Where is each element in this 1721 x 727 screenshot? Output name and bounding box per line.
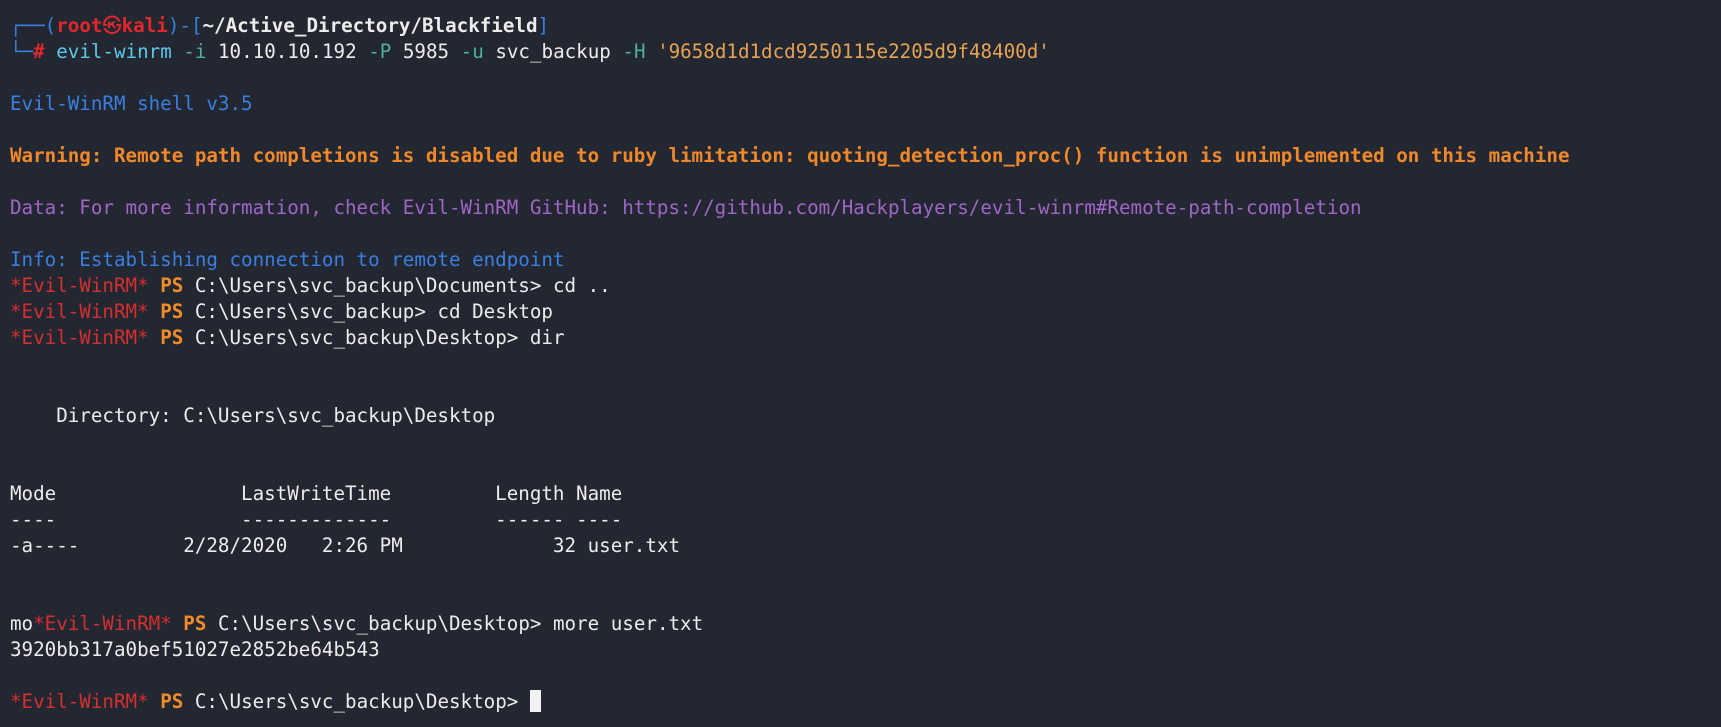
ps-label: PS: [183, 612, 207, 635]
arg-user: svc_backup: [495, 40, 611, 63]
flag-output: 3920bb317a0bef51027e2852be64b543: [10, 638, 380, 661]
prompt-hash: #: [33, 40, 45, 63]
ps-command-line: *Evil-WinRM* PS C:\Users\svc_backup> cd …: [10, 299, 1721, 325]
ps-command: cd Desktop: [425, 300, 553, 323]
evil-winrm-label: *Evil-WinRM*: [33, 612, 172, 635]
directory-heading: Directory: C:\Users\svc_backup\Desktop: [10, 404, 496, 427]
ps-command: more user.txt: [541, 612, 704, 635]
arg-port: 5985: [402, 40, 450, 63]
prompt-separator: )-[: [167, 14, 203, 37]
ps-label: PS: [160, 690, 184, 713]
prompt-path: ~/Active_Directory/Blackfield: [202, 14, 538, 37]
ps-path: C:\Users\svc_backup\Desktop>: [194, 326, 519, 349]
dir-table-underline: ---- ------------- ------ ----: [10, 508, 623, 531]
text-cursor[interactable]: [529, 690, 541, 712]
flag-p: -P: [368, 40, 392, 63]
shell-prompt-header: ┌──(root㉿kali)-[~/Active_Directory/Black…: [10, 13, 1721, 39]
prompt-user: root: [56, 14, 103, 37]
prompt-close-bracket: ]: [537, 14, 550, 37]
prompt-at-symbol: ㉿: [102, 14, 122, 37]
ps-path: C:\Users\svc_backup\Documents>: [194, 274, 542, 297]
evil-winrm-label: *Evil-WinRM*: [10, 326, 149, 349]
ps-command: cd ..: [541, 274, 611, 297]
command-name: evil-winrm: [56, 40, 172, 63]
ps-label: PS: [160, 274, 184, 297]
info-message: Info: Establishing connection to remote …: [10, 248, 565, 271]
flag-u: -u: [460, 40, 484, 63]
ps-path: C:\Users\svc_backup>: [194, 300, 426, 323]
ps-label: PS: [160, 326, 184, 349]
flag-i: -i: [183, 40, 207, 63]
dir-table-header: Mode LastWriteTime Length Name: [10, 482, 623, 505]
prompt-host: kali: [121, 14, 168, 37]
ps-command-line: *Evil-WinRM* PS C:\Users\svc_backup\Desk…: [10, 325, 1721, 351]
ps-path: C:\Users\svc_backup\Desktop>: [194, 690, 519, 713]
prompt-corner-bottom: └─: [10, 40, 34, 63]
warning-message: Warning: Remote path completions is disa…: [10, 144, 1570, 167]
prompt-corner-top: ┌──(: [10, 14, 57, 37]
terminal-window[interactable]: ┌──(root㉿kali)-[~/Active_Directory/Black…: [0, 0, 1721, 727]
stray-input: mo: [10, 612, 34, 635]
evil-winrm-label: *Evil-WinRM*: [10, 300, 149, 323]
ps-active-prompt[interactable]: *Evil-WinRM* PS C:\Users\svc_backup\Desk…: [10, 689, 1721, 715]
ps-command: dir: [518, 326, 565, 349]
ps-label: PS: [160, 300, 184, 323]
ps-command-line: mo*Evil-WinRM* PS C:\Users\svc_backup\De…: [10, 611, 1721, 637]
flag-h: -H: [622, 40, 646, 63]
data-message: Data: For more information, check Evil-W…: [10, 196, 1362, 219]
arg-hash: '9658d1d1dcd9250115e2205d9f48400d': [657, 40, 1050, 63]
evil-winrm-label: *Evil-WinRM*: [10, 274, 149, 297]
ps-path: C:\Users\svc_backup\Desktop>: [217, 612, 542, 635]
ps-command-line: *Evil-WinRM* PS C:\Users\svc_backup\Docu…: [10, 273, 1721, 299]
arg-ip: 10.10.10.192: [218, 40, 357, 63]
shell-command-line: └─# evil-winrm -i 10.10.10.192 -P 5985 -…: [10, 39, 1721, 65]
evil-winrm-label: *Evil-WinRM*: [10, 690, 149, 713]
ps-command: [518, 690, 530, 713]
shell-version: Evil-WinRM shell v3.5: [10, 92, 253, 115]
dir-table-row: -a---- 2/28/2020 2:26 PM 32 user.txt: [10, 534, 681, 557]
